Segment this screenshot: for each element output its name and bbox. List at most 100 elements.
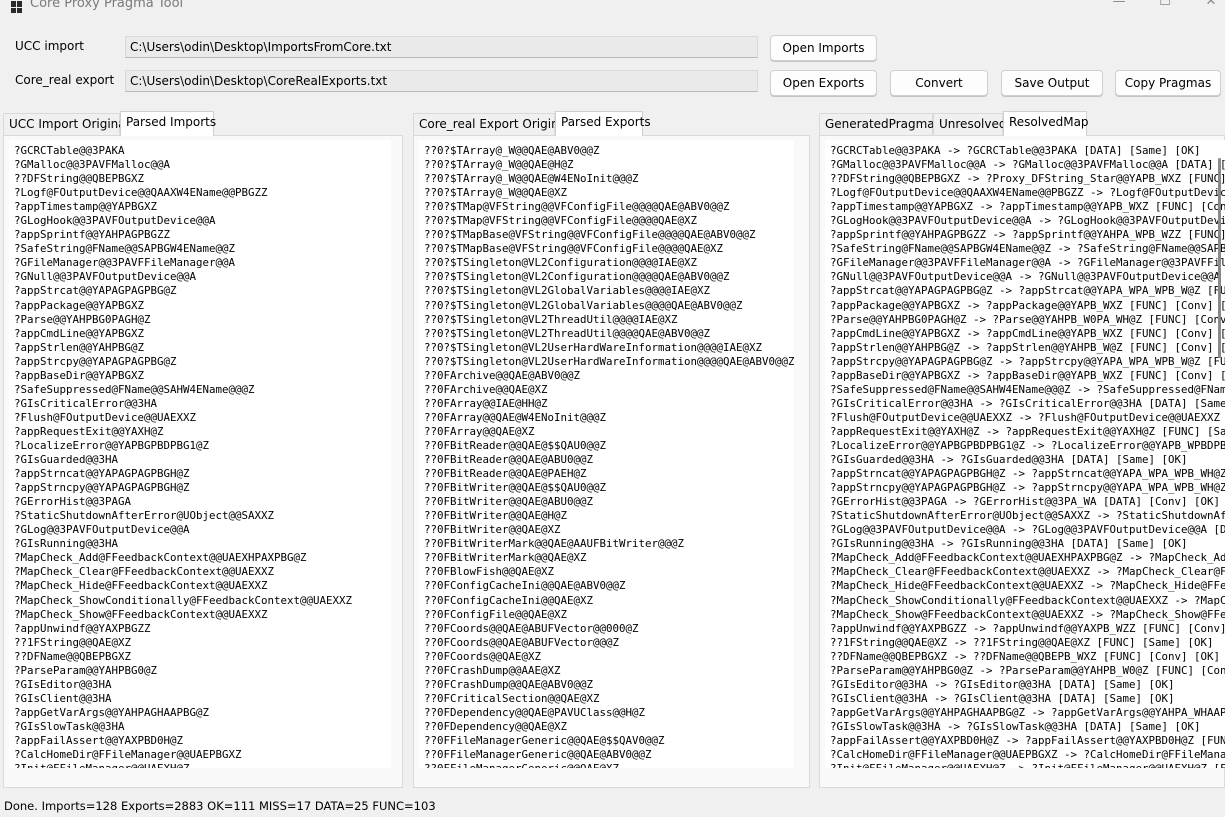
list-item[interactable]: ?appBaseDir@@YAPBGXZ xyxy=(14,369,352,383)
list-item[interactable]: ?MapCheck_Add@FFeedbackContext@@UAEXHPAX… xyxy=(14,551,352,565)
list-item[interactable]: ?appFailAssert@@YAXPBD0H@Z -> ?appFailAs… xyxy=(830,734,1225,748)
list-item[interactable]: ?GFileManager@@3PAVFFileManager@@A -> ?G… xyxy=(830,256,1225,270)
list-item[interactable]: ??0?$TArray@_W@@QAE@XZ xyxy=(424,186,794,200)
minimize-icon[interactable]: — xyxy=(1096,0,1142,14)
list-item[interactable]: ??DFName@@QBEPBGXZ xyxy=(14,650,352,664)
list-item[interactable]: ?CalcHomeDir@FFileManager@@UAEPBGXZ xyxy=(14,748,352,762)
list-item[interactable]: ?MapCheck_Add@FFeedbackContext@@UAEXHPAX… xyxy=(830,551,1225,565)
list-item[interactable]: ?SafeSuppressed@FName@@SAHW4EName@@@Z ->… xyxy=(830,383,1225,397)
list-item[interactable]: ??0FFileManagerGeneric@@QAE@XZ xyxy=(424,762,794,768)
list-item[interactable]: ??0FArchive@@QAE@ABV0@@Z xyxy=(424,369,794,383)
list-item[interactable]: ??DFString@@QBEPBGXZ -> ?Proxy_DFString_… xyxy=(830,172,1225,186)
list-item[interactable]: ?Init@FFileManager@@UAEXH@Z xyxy=(14,762,352,768)
list-item[interactable]: ?ParseParam@@YAHPBG0@Z xyxy=(14,664,352,678)
list-item[interactable]: ??0?$TSingleton@VL2ThreadUtil@@@@QAE@ABV… xyxy=(424,327,794,341)
list-item[interactable]: ??0?$TMapBase@VFString@@VFConfigFile@@@@… xyxy=(424,242,794,256)
list-item[interactable]: ?GIsGuarded@@3HA xyxy=(14,453,352,467)
list-item[interactable]: ?appCmdLine@@YAPBGXZ xyxy=(14,327,352,341)
list-item[interactable]: ?GLog@@3PAVFOutputDevice@@A -> ?GLog@@3P… xyxy=(830,523,1225,537)
list-item[interactable]: ??0FDependency@@QAE@PAVUClass@@H@Z xyxy=(424,706,794,720)
list-item[interactable]: ??0FBlowFish@@QAE@XZ xyxy=(424,565,794,579)
list-item[interactable]: ?GIsEditor@@3HA xyxy=(14,678,352,692)
list-item[interactable]: ??0FFileManagerGeneric@@QAE@$$QAV0@@Z xyxy=(424,734,794,748)
list-item[interactable]: ??1FString@@QAE@XZ xyxy=(14,636,352,650)
list-item[interactable]: ?StaticShutdownAfterError@UObject@@SAXXZ xyxy=(14,509,352,523)
open-imports-button[interactable]: Open Imports xyxy=(770,35,877,61)
list-item[interactable]: ??0?$TMap@VFString@@VFConfigFile@@@@QAE@… xyxy=(424,200,794,214)
list-item[interactable]: ?Logf@FOutputDevice@@QAAXW4EName@@PBGZZ … xyxy=(830,186,1225,200)
list-item[interactable]: ?appFailAssert@@YAXPBD0H@Z xyxy=(14,734,352,748)
list-item[interactable]: ?appStrncpy@@YAPAGPAGPBGH@Z xyxy=(14,481,352,495)
list-item[interactable]: ??0?$TSingleton@VL2Configuration@@@@IAE@… xyxy=(424,256,794,270)
close-icon[interactable]: ✕ xyxy=(1188,0,1225,14)
list-item[interactable]: ?MapCheck_Clear@FFeedbackContext@@UAEXXZ… xyxy=(830,565,1225,579)
list-item[interactable]: ?MapCheck_Hide@FFeedbackContext@@UAEXXZ xyxy=(14,579,352,593)
list-item[interactable]: ?appStrcpy@@YAPAGPAGPBG@Z xyxy=(14,355,352,369)
core-export-path-field[interactable]: C:\Users\odin\Desktop\CoreRealExports.tx… xyxy=(125,70,758,92)
list-item[interactable]: ??0FCrashDump@@AAE@XZ xyxy=(424,664,794,678)
list-item[interactable]: ?GMalloc@@3PAVFMalloc@@A xyxy=(14,158,352,172)
list-item[interactable]: ?SafeString@FName@@SAPBGW4EName@@Z xyxy=(14,242,352,256)
list-item[interactable]: ??0FDependency@@QAE@XZ xyxy=(424,720,794,734)
list-item[interactable]: ??0FArray@@IAE@HH@Z xyxy=(424,397,794,411)
list-item[interactable]: ?MapCheck_Clear@FFeedbackContext@@UAEXXZ xyxy=(14,565,352,579)
list-item[interactable]: ?GIsSlowTask@@3HA xyxy=(14,720,352,734)
list-item[interactable]: ?appSprintf@@YAHPAGPBGZZ -> ?appSprintf@… xyxy=(830,228,1225,242)
list-item[interactable]: ??0FCoords@@QAE@ABUFVector@@@Z xyxy=(424,636,794,650)
list-item[interactable]: ??0?$TSingleton@VL2GlobalVariables@@@@IA… xyxy=(424,284,794,298)
list-item[interactable]: ?appCmdLine@@YAPBGXZ -> ?appCmdLine@@YAP… xyxy=(830,327,1225,341)
list-item[interactable]: ?MapCheck_ShowConditionally@FFeedbackCon… xyxy=(14,594,352,608)
list-item[interactable]: ?appBaseDir@@YAPBGXZ -> ?appBaseDir@@YAP… xyxy=(830,369,1225,383)
list-item[interactable]: ??DFName@@QBEPBGXZ -> ??DFName@@QBEPB_WX… xyxy=(830,650,1225,664)
list-item[interactable]: ??DFString@@QBEPBGXZ xyxy=(14,172,352,186)
list-item[interactable]: ?Logf@FOutputDevice@@QAAXW4EName@@PBGZZ xyxy=(14,186,352,200)
parsed-imports-list[interactable]: ?GCRCTable@@3PAKA ?GMalloc@@3PAVFMalloc@@… xyxy=(9,140,391,768)
list-item[interactable]: ??0FConfigFile@@QAE@XZ xyxy=(424,608,794,622)
list-item[interactable]: ??0?$TSingleton@VL2ThreadUtil@@@@IAE@XZ xyxy=(424,313,794,327)
list-item[interactable]: ??0FCoords@@QAE@ABUFVector@@000@Z xyxy=(424,622,794,636)
list-item[interactable]: ??0FArchive@@QAE@XZ xyxy=(424,383,794,397)
list-item[interactable]: ?GLogHook@@3PAVFOutputDevice@@A -> ?GLog… xyxy=(830,214,1225,228)
list-item[interactable]: ?GFileManager@@3PAVFFileManager@@A xyxy=(14,256,352,270)
list-item[interactable]: ?GMalloc@@3PAVFMalloc@@A -> ?GMalloc@@3P… xyxy=(830,158,1225,172)
list-item[interactable]: ?GLog@@3PAVFOutputDevice@@A xyxy=(14,523,352,537)
list-item[interactable]: ?GIsRunning@@3HA -> ?GIsRunning@@3HA [DA… xyxy=(830,537,1225,551)
list-item[interactable]: ?MapCheck_ShowConditionally@FFeedbackCon… xyxy=(830,594,1225,608)
list-item[interactable]: ?appUnwindf@@YAXPBGZZ -> ?appUnwindf@@YA… xyxy=(830,622,1225,636)
list-item[interactable]: ??0FBitReader@@QAE@$$QAU0@@Z xyxy=(424,439,794,453)
list-item[interactable]: ??0FBitWriterMark@@QAE@AAUFBitWriter@@@Z xyxy=(424,537,794,551)
list-item[interactable]: ??0FFileManagerGeneric@@QAE@ABV0@@Z xyxy=(424,748,794,762)
parsed-exports-list[interactable]: ??0?$TArray@_W@@QAE@ABV0@@Z ??0?$TArray@_… xyxy=(419,140,794,768)
list-item[interactable]: ?appStrcpy@@YAPAGPAGPBG@Z -> ?appStrcpy@… xyxy=(830,355,1225,369)
list-item[interactable]: ?appGetVarArgs@@YAHPAGHAAPBG@Z xyxy=(14,706,352,720)
list-item[interactable]: ?MapCheck_Show@FFeedbackContext@@UAEXXZ … xyxy=(830,608,1225,622)
list-item[interactable]: ?MapCheck_Show@FFeedbackContext@@UAEXXZ xyxy=(14,608,352,622)
list-item[interactable]: ??0FBitWriter@@QAE@XZ xyxy=(424,523,794,537)
list-item[interactable]: ?appTimestamp@@YAPBGXZ xyxy=(14,200,352,214)
list-item[interactable]: ??0?$TSingleton@VL2GlobalVariables@@@@QA… xyxy=(424,299,794,313)
list-item[interactable]: ?GIsClient@@3HA -> ?GIsClient@@3HA [DATA… xyxy=(830,692,1225,706)
list-item[interactable]: ?Parse@@YAHPBG0PAGH@Z xyxy=(14,313,352,327)
list-item[interactable]: ?GNull@@3PAVFOutputDevice@@A xyxy=(14,270,352,284)
list-item[interactable]: ?appPackage@@YAPBGXZ -> ?appPackage@@YAP… xyxy=(830,299,1225,313)
resolved-map-list[interactable]: ?GCRCTable@@3PAKA -> ?GCRCTable@@3PAKA [… xyxy=(825,140,1225,768)
list-item[interactable]: ??0FBitReader@@QAE@ABU0@@Z xyxy=(424,453,794,467)
list-item[interactable]: ??0FBitWriter@@QAE@ABU0@@Z xyxy=(424,495,794,509)
list-item[interactable]: ?LocalizeError@@YAPBGPBDPBG1@Z -> ?Local… xyxy=(830,439,1225,453)
list-item[interactable]: ?SafeSuppressed@FName@@SAHW4EName@@@Z xyxy=(14,383,352,397)
list-item[interactable]: ?appStrcat@@YAPAGPAGPBG@Z -> ?appStrcat@… xyxy=(830,284,1225,298)
save-output-button[interactable]: Save Output xyxy=(1001,70,1103,96)
list-item[interactable]: ??0?$TArray@_W@@QAE@W4ENoInit@@@Z xyxy=(424,172,794,186)
list-item[interactable]: ?GIsEditor@@3HA -> ?GIsEditor@@3HA [DATA… xyxy=(830,678,1225,692)
list-item[interactable]: ?GIsCriticalError@@3HA -> ?GIsCriticalEr… xyxy=(830,397,1225,411)
list-item[interactable]: ?GCRCTable@@3PAKA -> ?GCRCTable@@3PAKA [… xyxy=(830,144,1225,158)
ucc-import-path-field[interactable]: C:\Users\odin\Desktop\ImportsFromCore.tx… xyxy=(125,36,758,58)
list-item[interactable]: ?appStrncpy@@YAPAGPAGPBGH@Z -> ?appStrnc… xyxy=(830,481,1225,495)
list-item[interactable]: ?appStrncat@@YAPAGPAGPBGH@Z -> ?appStrnc… xyxy=(830,467,1225,481)
list-item[interactable]: ??0FBitWriter@@QAE@H@Z xyxy=(424,509,794,523)
list-item[interactable]: ??0?$TArray@_W@@QAE@H@Z xyxy=(424,158,794,172)
list-item[interactable]: ?Flush@FOutputDevice@@UAEXXZ xyxy=(14,411,352,425)
list-item[interactable]: ??0?$TMap@VFString@@VFConfigFile@@@@QAE@… xyxy=(424,214,794,228)
list-item[interactable]: ?ParseParam@@YAHPBG0@Z -> ?ParseParam@@Y… xyxy=(830,664,1225,678)
list-item[interactable]: ?GIsCriticalError@@3HA xyxy=(14,397,352,411)
